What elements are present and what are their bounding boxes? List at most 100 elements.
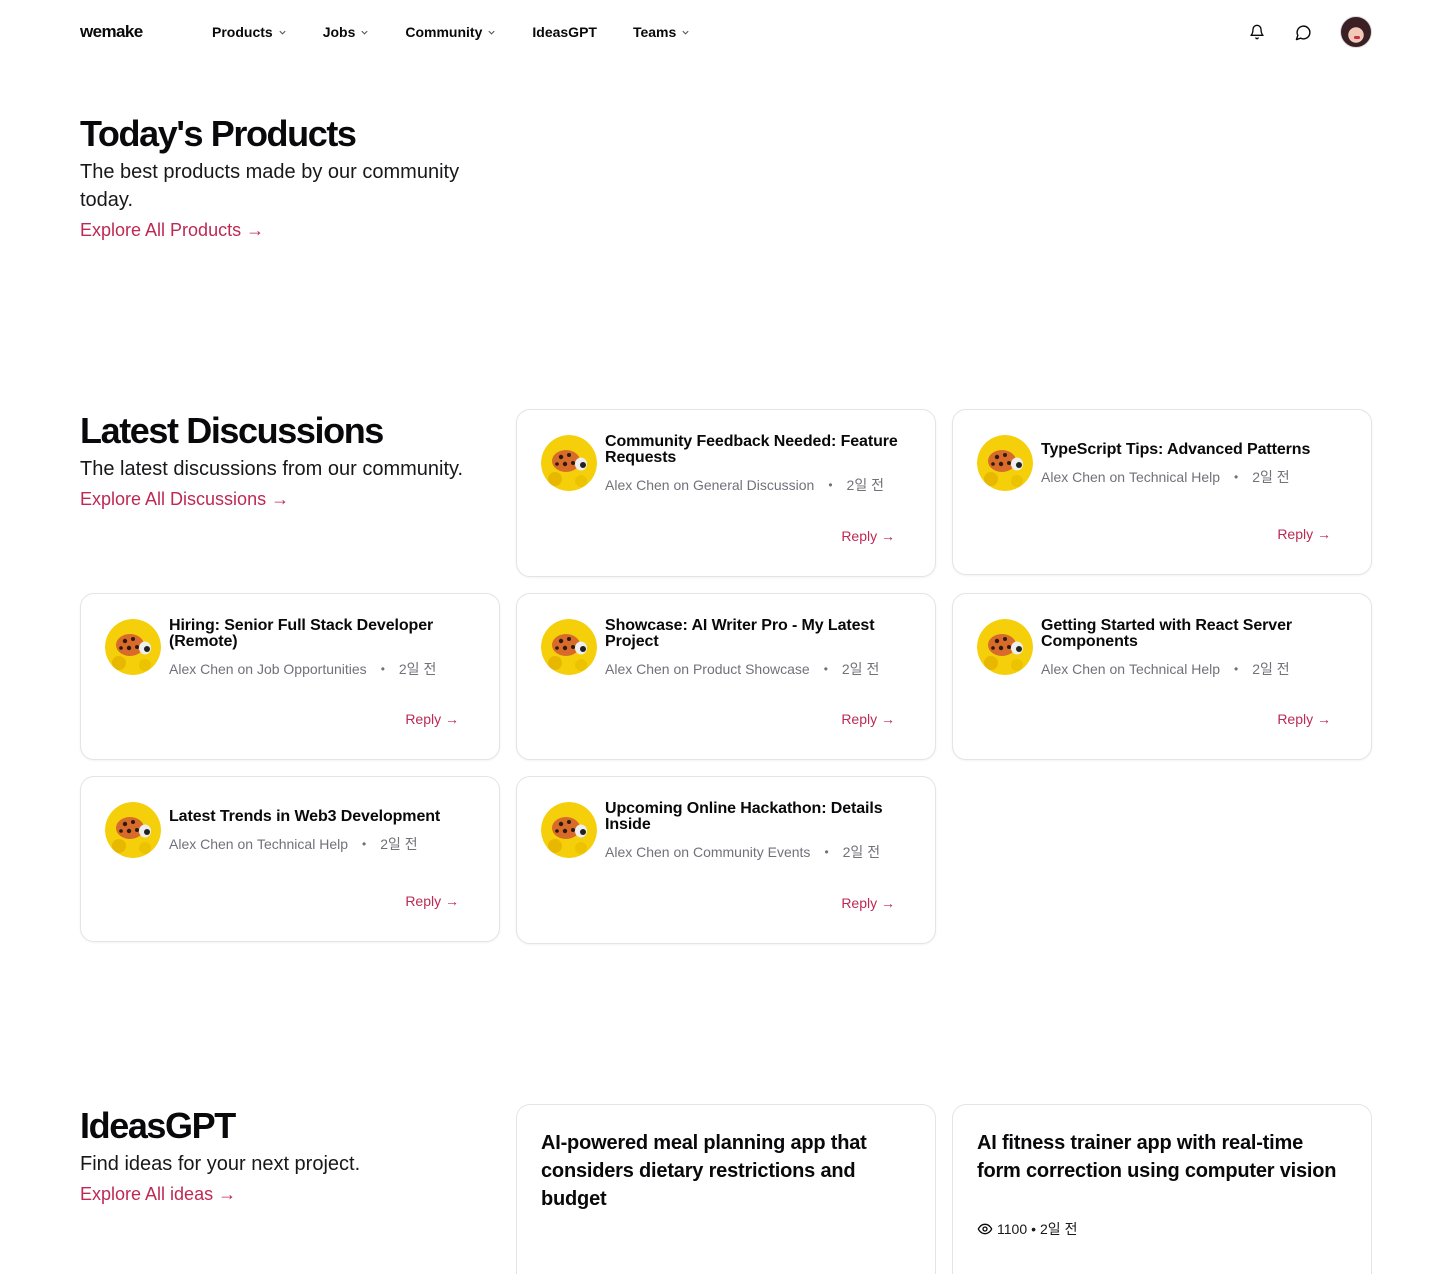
discussion-category: Product Showcase (692, 661, 810, 677)
discussion-category: Technical Help (256, 836, 349, 852)
author-avatar (105, 619, 161, 675)
idea-text: AI-powered meal planning app that consid… (541, 1132, 867, 1210)
meta-dot: • (1234, 662, 1239, 676)
discussion-card[interactable]: TypeScript Tips: Advanced Patterns Alex C… (952, 409, 1372, 575)
user-avatar[interactable] (1340, 16, 1372, 48)
discussion-time: 2일 전 (380, 836, 418, 852)
discussion-title: TypeScript Tips: Advanced Patterns (1041, 441, 1311, 458)
discussion-title: Hiring: Senior Full Stack Developer (Rem… (169, 617, 434, 650)
discussion-title: Upcoming Online Hackathon: Details Insid… (605, 800, 883, 833)
author-avatar (105, 802, 161, 858)
chevron-down-icon (488, 30, 495, 35)
discussion-category: Community Events (692, 844, 811, 860)
reply-link[interactable]: Reply → (841, 711, 895, 727)
menu-jobs[interactable]: Jobs (323, 24, 370, 40)
idea-time: 2일 전 (1040, 1221, 1078, 1237)
products-subtitle: The best products made by our community … (80, 161, 460, 211)
menu-community-label: Community (405, 24, 483, 40)
reply-link[interactable]: Reply → (841, 528, 895, 544)
discussion-meta: Alex Chen on Job Opportunities • 2일 전 (169, 659, 475, 679)
explore-discussions-link[interactable]: Explore All Discussions → (80, 489, 289, 510)
meta-dot: • (380, 662, 385, 676)
discussion-category: General Discussion (692, 477, 815, 493)
discussion-time: 2일 전 (1252, 469, 1290, 485)
discussion-on: on (237, 661, 254, 677)
discussion-on: on (673, 477, 690, 493)
message-circle-icon[interactable] (1294, 23, 1312, 41)
discussion-on: on (1109, 469, 1126, 485)
idea-card[interactable]: AI fitness trainer app with real-time fo… (952, 1104, 1372, 1274)
ideas-subtitle: Find ideas for your next project. (80, 1153, 361, 1175)
idea-card[interactable]: AI-powered meal planning app that consid… (516, 1104, 936, 1274)
reply-link[interactable]: Reply → (405, 893, 459, 909)
author-avatar (541, 435, 597, 491)
discussion-meta: Alex Chen on Product Showcase • 2일 전 (605, 659, 911, 679)
discussion-meta: Alex Chen on Technical Help • 2일 전 (169, 834, 475, 854)
discussion-time: 2일 전 (841, 661, 880, 677)
reply-link[interactable]: Reply → (405, 711, 459, 727)
main-menu: Products Jobs Community IdeasGPT Teams (212, 24, 726, 40)
discussion-time: 2일 전 (846, 477, 884, 493)
discussion-author: Alex Chen (1041, 469, 1106, 485)
discussion-title: Getting Started with React Server Compon… (1041, 617, 1292, 650)
discussion-category: Technical Help (1128, 661, 1221, 677)
discussion-time: 2일 전 (398, 661, 437, 677)
explore-ideas-link[interactable]: Explore All ideas → (80, 1184, 236, 1205)
discussions-section-header: Latest Discussions The latest discussion… (80, 409, 500, 510)
discussion-card[interactable]: Community Feedback Needed: Feature Reque… (516, 409, 936, 577)
menu-jobs-label: Jobs (322, 24, 356, 40)
menu-community[interactable]: Community (405, 24, 496, 40)
eye-icon (977, 1223, 993, 1235)
ideas-section-header: IdeasGPT Find ideas for your next projec… (80, 1104, 500, 1205)
products-title: Today's Products (80, 113, 357, 154)
chevron-down-icon (682, 30, 689, 35)
author-avatar (977, 435, 1033, 491)
logo[interactable]: wemake (80, 22, 212, 42)
menu-teams[interactable]: Teams (633, 24, 690, 40)
author-avatar (541, 619, 597, 675)
explore-products-link[interactable]: Explore All Products → (80, 220, 264, 241)
discussion-author: Alex Chen (605, 844, 670, 860)
meta-dot: • (823, 662, 828, 676)
menu-products-label: Products (212, 24, 273, 40)
discussions-title: Latest Discussions (80, 410, 384, 451)
meta-dot: • (362, 837, 367, 851)
discussion-meta: Alex Chen on Community Events • 2일 전 (605, 842, 911, 862)
meta-dot: • (828, 478, 833, 492)
menu-ideasgpt-label: IdeasGPT (532, 24, 597, 40)
bell-icon[interactable] (1248, 23, 1266, 41)
chevron-down-icon (361, 30, 368, 35)
reply-link[interactable]: Reply → (1277, 711, 1331, 727)
menu-ideasgpt[interactable]: IdeasGPT (532, 24, 597, 40)
discussion-card[interactable]: Getting Started with React Server Compon… (952, 593, 1372, 760)
discussion-title: Latest Trends in Web3 Development (169, 808, 441, 825)
discussion-on: on (1109, 661, 1126, 677)
discussion-card[interactable]: Latest Trends in Web3 Development Alex Ch… (80, 776, 500, 942)
discussion-author: Alex Chen (605, 661, 670, 677)
chevron-down-icon (279, 30, 286, 35)
idea-text: AI fitness trainer app with real-time fo… (977, 1132, 1337, 1182)
discussion-time: 2일 전 (1252, 661, 1290, 677)
discussions-subtitle: The latest discussions from our communit… (80, 458, 464, 480)
ideas-title: IdeasGPT (80, 1105, 236, 1146)
discussion-category: Technical Help (1128, 469, 1221, 485)
meta-dot: • (824, 845, 829, 859)
discussion-card[interactable]: Hiring: Senior Full Stack Developer (Rem… (80, 593, 500, 760)
discussion-card[interactable]: Upcoming Online Hackathon: Details Insid… (516, 776, 936, 944)
discussion-category: Job Opportunities (256, 661, 367, 677)
discussion-on: on (237, 836, 254, 852)
meta-dot: • (1031, 1221, 1037, 1237)
reply-link[interactable]: Reply → (1277, 526, 1331, 542)
discussion-title: Community Feedback Needed: Feature Reque… (605, 433, 898, 466)
menu-products[interactable]: Products (212, 24, 287, 40)
discussion-author: Alex Chen (605, 477, 670, 493)
discussion-author: Alex Chen (1041, 661, 1106, 677)
discussion-card[interactable]: Showcase: AI Writer Pro - My Latest Proj… (516, 593, 936, 760)
products-section-header: Today's Products The best products made … (80, 112, 500, 241)
discussion-on: on (673, 661, 690, 677)
discussion-meta: Alex Chen on General Discussion • 2일 전 (605, 475, 911, 495)
meta-dot: • (1234, 470, 1239, 484)
discussion-meta: Alex Chen on Technical Help • 2일 전 (1041, 659, 1347, 679)
reply-link[interactable]: Reply → (841, 895, 895, 911)
author-avatar (541, 802, 597, 858)
